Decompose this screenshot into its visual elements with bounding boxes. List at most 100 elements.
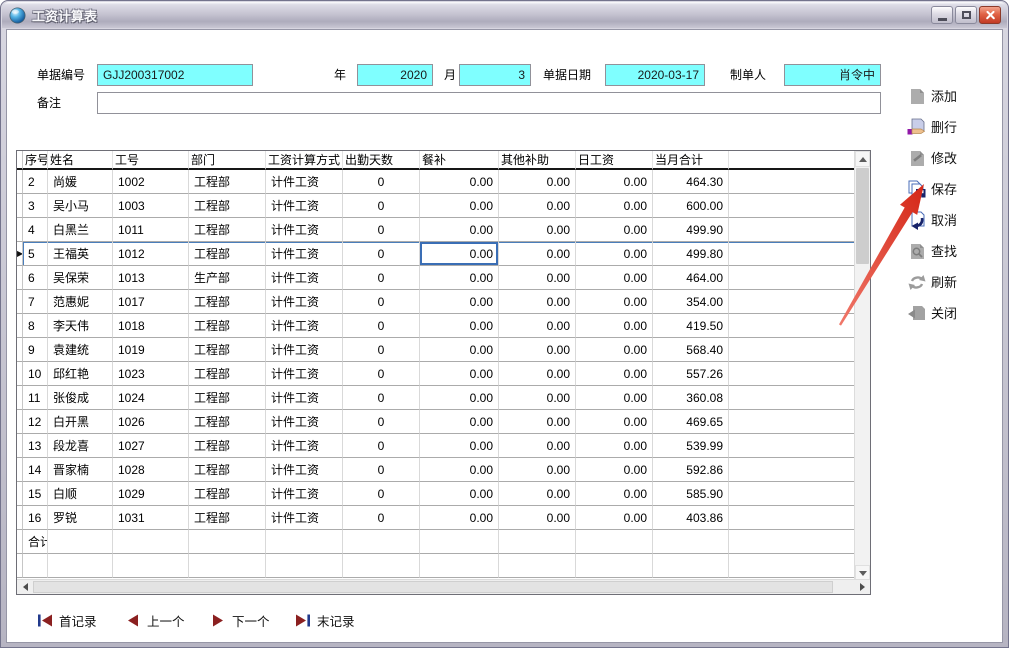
cell[interactable]: 邱红艳 — [48, 362, 113, 386]
cell[interactable]: 0 — [343, 338, 420, 362]
cell[interactable]: 工程部 — [189, 290, 266, 314]
cell[interactable]: 王福英 — [48, 242, 113, 266]
modify-button[interactable]: 修改 — [905, 142, 997, 173]
creator-field[interactable]: 肖令中 — [784, 64, 881, 86]
cell[interactable]: 592.86 — [653, 458, 729, 482]
cell[interactable]: 0.00 — [576, 482, 653, 506]
cell[interactable]: 李天伟 — [48, 314, 113, 338]
cell[interactable]: 段龙喜 — [48, 434, 113, 458]
save-button[interactable]: 保存 — [905, 173, 997, 204]
cell[interactable] — [729, 338, 856, 362]
cell[interactable]: 0.00 — [576, 266, 653, 290]
cell[interactable]: 0.00 — [420, 170, 499, 194]
cell[interactable]: 0.00 — [499, 314, 576, 338]
remarks-field[interactable] — [97, 92, 881, 114]
next-record-button[interactable]: 下一个 — [210, 607, 270, 633]
cell[interactable]: 0.00 — [420, 434, 499, 458]
cell[interactable]: 360.08 — [653, 386, 729, 410]
doc-no-field[interactable]: GJJ200317002 — [97, 64, 253, 86]
cell[interactable]: 0.00 — [576, 170, 653, 194]
cell[interactable]: 计件工资 — [266, 458, 343, 482]
cell[interactable]: 12 — [23, 410, 48, 434]
cell[interactable]: 0.00 — [420, 386, 499, 410]
cell[interactable]: 计件工资 — [266, 386, 343, 410]
cell[interactable]: 晋家楠 — [48, 458, 113, 482]
cell[interactable] — [729, 314, 856, 338]
cell[interactable]: 0.00 — [499, 362, 576, 386]
cell[interactable]: 工程部 — [189, 338, 266, 362]
cell[interactable]: 0.00 — [499, 434, 576, 458]
cell[interactable]: 1029 — [113, 482, 189, 506]
cell[interactable]: 0 — [343, 218, 420, 242]
cell[interactable]: 0.00 — [420, 506, 499, 530]
cell[interactable]: 0 — [343, 194, 420, 218]
cell[interactable]: 0.00 — [499, 506, 576, 530]
cell[interactable]: 张俊成 — [48, 386, 113, 410]
cell[interactable]: 范惠妮 — [48, 290, 113, 314]
cell[interactable]: 0.00 — [576, 434, 653, 458]
horizontal-scrollbar[interactable] — [17, 579, 870, 594]
cell[interactable] — [729, 194, 856, 218]
cell[interactable]: 计件工资 — [266, 482, 343, 506]
cell[interactable]: 568.40 — [653, 338, 729, 362]
cell[interactable]: 计件工资 — [266, 218, 343, 242]
cell[interactable]: 0 — [343, 170, 420, 194]
cell[interactable]: 1026 — [113, 410, 189, 434]
cell[interactable]: 0.00 — [420, 218, 499, 242]
add-button[interactable]: 添加 — [905, 80, 997, 111]
close-button[interactable]: 关闭 — [905, 297, 997, 328]
cell[interactable]: 499.80 — [653, 242, 729, 266]
cell[interactable]: 1002 — [113, 170, 189, 194]
cell[interactable]: 11 — [23, 386, 48, 410]
cell[interactable]: 4 — [23, 218, 48, 242]
cell[interactable]: 0 — [343, 314, 420, 338]
cell[interactable]: 吴保荣 — [48, 266, 113, 290]
cell[interactable]: 0.00 — [576, 410, 653, 434]
cell[interactable] — [729, 482, 856, 506]
cell[interactable]: 0 — [343, 410, 420, 434]
cell[interactable] — [729, 266, 856, 290]
cell[interactable]: 0.00 — [576, 506, 653, 530]
cell[interactable]: 工程部 — [189, 218, 266, 242]
scroll-up-button[interactable] — [855, 151, 870, 167]
cell[interactable]: 0.00 — [576, 386, 653, 410]
cell[interactable]: 工程部 — [189, 386, 266, 410]
cell[interactable]: 0 — [343, 506, 420, 530]
cell[interactable]: 计件工资 — [266, 290, 343, 314]
cell[interactable]: 工程部 — [189, 482, 266, 506]
month-field[interactable]: 3 — [459, 64, 531, 86]
cell[interactable]: 计件工资 — [266, 170, 343, 194]
cell[interactable]: 1011 — [113, 218, 189, 242]
cell[interactable]: 539.99 — [653, 434, 729, 458]
cell[interactable]: 工程部 — [189, 458, 266, 482]
cell[interactable]: 工程部 — [189, 506, 266, 530]
cell[interactable] — [729, 386, 856, 410]
cell[interactable]: 419.50 — [653, 314, 729, 338]
cell[interactable]: 罗锐 — [48, 506, 113, 530]
cell[interactable] — [729, 242, 856, 266]
cell[interactable]: 1024 — [113, 386, 189, 410]
cell[interactable]: 0.00 — [499, 218, 576, 242]
vertical-scrollbar[interactable] — [854, 151, 870, 581]
cell[interactable]: 0.00 — [499, 338, 576, 362]
cell[interactable] — [729, 458, 856, 482]
cancel-button[interactable]: 取消 — [905, 204, 997, 235]
cell[interactable]: 0.00 — [576, 458, 653, 482]
cell[interactable]: 600.00 — [653, 194, 729, 218]
cell[interactable]: 0.00 — [420, 314, 499, 338]
cell[interactable]: 0.00 — [576, 290, 653, 314]
cell[interactable]: 0.00 — [499, 482, 576, 506]
cell[interactable]: 585.90 — [653, 482, 729, 506]
cell[interactable]: 0.00 — [420, 458, 499, 482]
vertical-scroll-thumb[interactable] — [856, 168, 869, 264]
cell[interactable]: 1019 — [113, 338, 189, 362]
cell[interactable] — [729, 170, 856, 194]
cell[interactable]: 2 — [23, 170, 48, 194]
year-field[interactable]: 2020 — [357, 64, 433, 86]
cell[interactable]: 0.00 — [576, 218, 653, 242]
first-record-button[interactable]: 首记录 — [37, 607, 97, 633]
cell[interactable]: 15 — [23, 482, 48, 506]
cell[interactable]: 0 — [343, 362, 420, 386]
cell[interactable] — [729, 218, 856, 242]
cell[interactable]: 403.86 — [653, 506, 729, 530]
